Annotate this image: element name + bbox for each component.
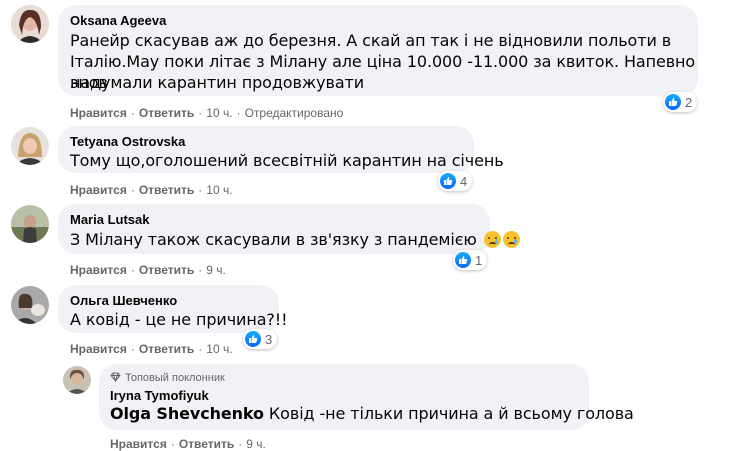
diamond-icon [110,372,121,385]
avatar[interactable] [11,5,49,43]
comment-time[interactable]: 9 ч. [206,263,226,277]
reply-link[interactable]: Ответить [139,342,194,356]
comment-author[interactable]: Oksana Ageeva [70,13,166,28]
comment-actions: Нравится · Ответить · 10 ч. [70,342,233,356]
top-fan-badge: Топовый поклонник [110,372,225,385]
comment-text-line: надумали карантин продовжувати [70,73,365,92]
avatar[interactable] [11,127,49,165]
mention-link[interactable]: Olga Shevchenko [110,404,264,423]
comment-time[interactable]: 10 ч. [206,183,232,197]
reply-link[interactable]: Ответить [139,183,194,197]
reactions-count[interactable]: 1 [453,250,488,270]
reply-link[interactable]: Ответить [139,263,194,277]
comment-time[interactable]: 10 ч. [206,342,232,356]
like-link[interactable]: Нравится [70,263,127,277]
avatar[interactable] [63,366,91,394]
like-icon [455,252,471,268]
comment-actions: Нравится · Ответить · 9 ч. [70,263,226,277]
reply-link[interactable]: Ответить [179,437,234,451]
reply-link[interactable]: Ответить [139,106,194,120]
like-icon [665,94,681,110]
comment-author[interactable]: Tetyana Ostrovska [70,134,185,149]
comment-text-line: А ковід - це не причина?!! [70,310,288,329]
like-link[interactable]: Нравится [70,183,127,197]
comment-text-line: З Мілану також скасували в зв'язку з пан… [70,229,520,250]
reactions-count[interactable]: 3 [243,329,278,349]
reply-text: Olga Shevchenko Ковід -не тільки причина… [110,404,634,423]
reply-author[interactable]: Iryna Tymofiyuk [110,388,209,403]
like-link[interactable]: Нравится [70,106,127,120]
reply-actions: Нравится · Ответить · 9 ч. [110,437,266,451]
comment-text-line: Тому що,оголошений всесвітній карантин н… [70,151,504,170]
comment-author[interactable]: Ольга Шевченко [70,293,177,308]
crying-emoji-icon [483,231,501,248]
edited-label: Отредактировано [244,106,344,120]
like-icon [245,331,261,347]
comment-text-line: Ранейр скасував аж до березня. А скай ап… [70,31,672,50]
reactions-count[interactable]: 4 [438,171,473,191]
comment-author[interactable]: Maria Lutsak [70,212,149,227]
comment-actions: Нравится · Ответить · 10 ч. [70,183,233,197]
comment-actions: Нравится · Ответить · 10 ч. · Отредактировано [70,106,344,120]
avatar[interactable] [11,286,49,324]
like-link[interactable]: Нравится [110,437,167,451]
reactions-count[interactable]: 2 [663,92,698,112]
like-link[interactable]: Нравится [70,342,127,356]
comment-time[interactable]: 10 ч. [206,106,232,120]
crying-emoji-icon [502,231,520,248]
like-icon [440,173,456,189]
avatar[interactable] [11,205,49,243]
reply-time[interactable]: 9 ч. [246,437,266,451]
